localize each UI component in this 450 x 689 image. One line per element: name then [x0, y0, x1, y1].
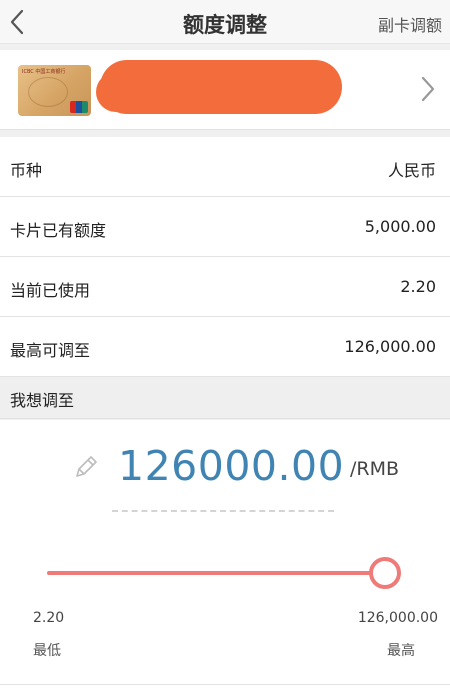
divider [0, 684, 450, 685]
card-decoration [28, 77, 68, 107]
pencil-icon[interactable] [72, 453, 100, 481]
slider-min-label: 最低 [33, 643, 61, 659]
amount-underline [112, 510, 334, 512]
unionpay-logo [70, 101, 88, 113]
list-item: 币种 人民币 [0, 137, 450, 197]
slider-max-value: 126,000.00 [357, 610, 438, 626]
target-amount-input[interactable]: 126000.00 [118, 442, 344, 490]
list-item: 当前已使用 2.20 [0, 257, 450, 317]
current-limit-label: 卡片已有额度 [10, 221, 107, 240]
currency-label: 币种 [10, 161, 43, 180]
list-item: 卡片已有额度 5,000.00 [0, 197, 450, 257]
amount-slider-thumb[interactable] [369, 557, 401, 589]
currency-unit: /RMB [350, 458, 400, 480]
used-amount-value: 2.20 [400, 277, 436, 296]
section-title: 我想调至 [10, 391, 75, 410]
card-info-list: 币种 人民币 卡片已有额度 5,000.00 当前已使用 2.20 最高可调至 … [0, 137, 450, 377]
top-bar: 额度调整 副卡调额 [0, 0, 450, 44]
chevron-right-icon[interactable] [418, 74, 438, 104]
max-adjustable-value: 126,000.00 [344, 337, 436, 356]
slider-min-value: 2.20 [33, 610, 65, 626]
used-amount-label: 当前已使用 [10, 281, 91, 300]
list-item: 最高可调至 126,000.00 [0, 317, 450, 377]
supplementary-card-adjust-link[interactable]: 副卡调额 [378, 12, 442, 36]
amount-slider-track[interactable] [47, 571, 385, 575]
card-bank-text: ICBC 中国工商银行 [22, 69, 66, 75]
max-adjustable-label: 最高可调至 [10, 341, 91, 360]
bank-card-image: ICBC 中国工商银行 [18, 65, 91, 116]
section-header: 我想调至 [0, 377, 450, 419]
currency-value: 人民币 [387, 161, 436, 180]
slider-max-label: 最高 [387, 643, 415, 659]
adjust-panel: 126000.00 /RMB 2.20 126,000.00 最低 最高 [0, 420, 450, 689]
redaction-mark [100, 60, 342, 114]
current-limit-value: 5,000.00 [364, 217, 436, 236]
